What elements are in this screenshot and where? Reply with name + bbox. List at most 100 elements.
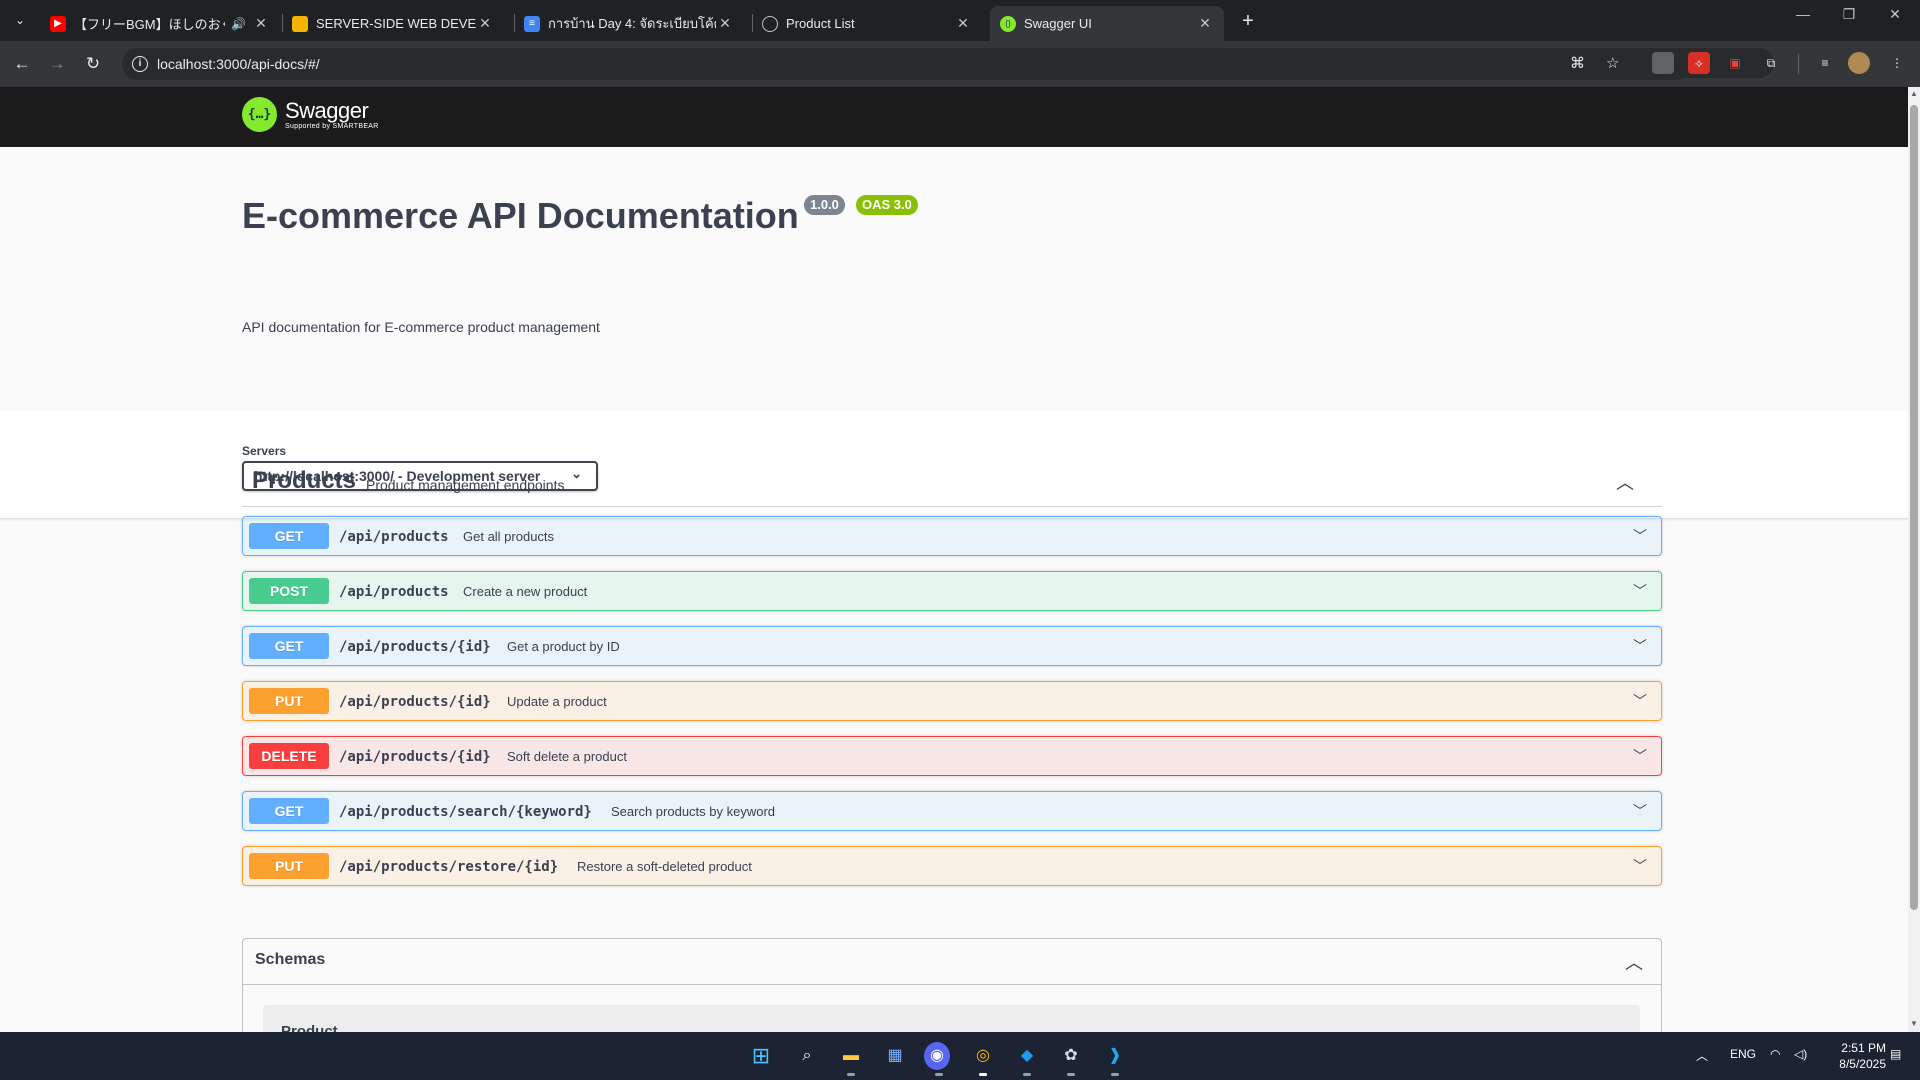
wifi-icon[interactable]: ◠ — [1770, 1047, 1780, 1061]
close-icon[interactable]: ✕ — [954, 15, 972, 32]
operation-summary: Restore a soft-deleted product — [577, 859, 752, 874]
volume-icon[interactable]: ◁) — [1794, 1047, 1807, 1061]
tab-docs[interactable]: ≡ การบ้าน Day 4: จัดระเบียบโค้ดแล ✕ — [514, 6, 744, 41]
operation-post-products[interactable]: POST /api/products Create a new product … — [242, 571, 1662, 611]
operation-path: /api/products/{id} — [339, 639, 491, 655]
pdf-extension-icon[interactable]: ⟡ — [1688, 52, 1710, 74]
chevron-up-icon[interactable]: ︿ — [1625, 949, 1643, 975]
page-title: E-commerce API Documentation — [242, 195, 799, 236]
chevron-down-icon[interactable]: ﹀ — [1633, 856, 1647, 876]
search-icon[interactable]: ⌕ — [792, 1042, 822, 1070]
method-badge: DELETE — [249, 743, 329, 769]
api-info: E-commerce API Documentation 1.0.0 OAS 3… — [0, 147, 1908, 411]
operation-summary: Soft delete a product — [507, 749, 627, 764]
app-icon[interactable]: ✿ — [1056, 1042, 1086, 1076]
puzzle-icon[interactable]: ⧉ — [1760, 52, 1782, 74]
operation-path: /api/products — [339, 529, 449, 545]
reload-icon[interactable]: ↻ — [81, 52, 105, 76]
discord-icon[interactable]: ◉ — [924, 1042, 950, 1076]
scroll-up-icon[interactable]: ▲ — [1910, 89, 1918, 98]
site-info-icon[interactable]: i — [132, 56, 148, 72]
tab-product-list[interactable]: Product List ✕ — [752, 6, 982, 41]
operation-summary: Create a new product — [463, 584, 588, 599]
tab-swagger-ui[interactable]: {} Swagger UI ✕ — [990, 6, 1224, 41]
close-icon[interactable]: ✕ — [1196, 15, 1214, 32]
chevron-up-icon[interactable]: ︿ — [1696, 1047, 1708, 1064]
back-icon[interactable]: ← — [10, 52, 34, 76]
close-window-icon[interactable]: ✕ — [1872, 6, 1918, 23]
docker-icon[interactable]: ◆ — [1012, 1042, 1042, 1076]
chevron-down-icon[interactable]: ﹀ — [1633, 801, 1647, 821]
operation-delete-product[interactable]: DELETE /api/products/{id} Soft delete a … — [242, 736, 1662, 776]
file-explorer-icon[interactable]: ▬ — [836, 1042, 866, 1076]
operation-restore-product[interactable]: PUT /api/products/restore/{id} Restore a… — [242, 846, 1662, 886]
translate-icon[interactable]: ⌘ — [1570, 54, 1585, 72]
operation-put-product[interactable]: PUT /api/products/{id} Update a product … — [242, 681, 1662, 721]
chrome-icon[interactable]: ◎ — [968, 1042, 998, 1076]
method-badge: PUT — [249, 688, 329, 714]
new-tab-button[interactable]: + — [1234, 8, 1262, 36]
model-product[interactable]: Product — [263, 1005, 1640, 1032]
notification-icon[interactable]: ▤ — [1890, 1047, 1901, 1061]
operation-path: /api/products — [339, 584, 449, 600]
store-icon[interactable]: ▦ — [880, 1042, 910, 1070]
swagger-logo[interactable]: {…} Swagger Supported by SMARTBEAR — [242, 97, 379, 132]
scrollbar-thumb[interactable] — [1910, 105, 1918, 910]
tab-strip: ⌄ ▶ 【フリーBGM】ほしのおくりもの 🔊 ✕ SERVER-SIDE WEB… — [0, 0, 1920, 41]
schemas-header[interactable]: Schemas ︿ — [243, 939, 1661, 985]
method-badge: POST — [249, 578, 329, 604]
schemas-title: Schemas — [255, 951, 326, 968]
method-badge: GET — [249, 798, 329, 824]
docs-icon: ≡ — [524, 15, 540, 32]
schemas-section: Schemas ︿ Product — [242, 938, 1662, 1032]
swagger-topbar: {…} Swagger Supported by SMARTBEAR — [0, 87, 1908, 147]
address-bar[interactable]: i localhost:3000/api-docs/#/ ⌘ ☆ — [122, 48, 1692, 80]
chevron-down-icon[interactable]: ﹀ — [1633, 526, 1647, 546]
url-text[interactable]: localhost:3000/api-docs/#/ — [157, 56, 320, 72]
method-badge: PUT — [249, 853, 329, 879]
tab-slides[interactable]: SERVER-SIDE WEB DEVELOPME ✕ — [282, 6, 504, 41]
operation-search-products[interactable]: GET /api/products/search/{keyword} Searc… — [242, 791, 1662, 831]
tab-title: 【フリーBGM】ほしのおくりもの — [74, 17, 225, 32]
speaker-icon[interactable]: 🔊 — [231, 17, 246, 31]
globe-icon — [762, 15, 778, 32]
close-icon[interactable]: ✕ — [476, 15, 494, 32]
profile-avatar[interactable] — [1848, 52, 1870, 74]
extension-icon[interactable]: ▣ — [1724, 52, 1746, 74]
close-icon[interactable]: ✕ — [252, 15, 270, 32]
operation-get-product-by-id[interactable]: GET /api/products/{id} Get a product by … — [242, 626, 1662, 666]
close-icon[interactable]: ✕ — [716, 15, 734, 32]
tab-title: Swagger UI — [1024, 16, 1092, 31]
language-indicator[interactable]: ENG — [1730, 1047, 1756, 1061]
forward-icon[interactable]: → — [45, 52, 69, 76]
tag-products-header[interactable]: Products Product management endpoints ︿ — [242, 457, 1662, 507]
bookmark-star-icon[interactable]: ☆ — [1606, 54, 1619, 72]
clock[interactable]: 2:51 PM 8/5/2025 — [1826, 1040, 1886, 1072]
servers-label: Servers — [242, 444, 287, 458]
scroll-down-icon[interactable]: ▼ — [1910, 1019, 1918, 1028]
chevron-down-icon[interactable]: ﹀ — [1633, 636, 1647, 656]
menu-icon[interactable]: ⋮ — [1886, 52, 1908, 74]
chevron-down-icon[interactable]: ﹀ — [1633, 746, 1647, 766]
chevron-up-icon[interactable]: ︿ — [1616, 469, 1634, 495]
vscode-icon[interactable]: ❱ — [1100, 1042, 1130, 1076]
page-viewport: {…} Swagger Supported by SMARTBEAR E-com… — [0, 87, 1908, 1032]
chevron-down-icon[interactable]: ﹀ — [1633, 691, 1647, 711]
page-scrollbar[interactable]: ▲ ▼ — [1908, 87, 1920, 1032]
operation-summary: Get all products — [463, 529, 555, 544]
tab-title: SERVER-SIDE WEB DEVELOPME — [316, 16, 476, 31]
restore-icon[interactable]: ❐ — [1826, 6, 1872, 23]
oas-badge: OAS 3.0 — [856, 195, 918, 215]
swagger-logo-icon: {…} — [242, 97, 277, 132]
tab-youtube[interactable]: ▶ 【フリーBGM】ほしのおくりもの 🔊 ✕ — [40, 6, 280, 41]
clock-date: 8/5/2025 — [1839, 1057, 1886, 1071]
minimize-icon[interactable]: — — [1780, 6, 1826, 22]
extension-icon[interactable] — [1652, 52, 1674, 74]
windows-start-icon[interactable]: ⊞ — [746, 1042, 776, 1070]
media-control-icon[interactable]: ≡ — [1814, 52, 1836, 74]
tab-title: Product List — [786, 16, 855, 31]
chevron-down-icon[interactable]: ﹀ — [1633, 581, 1647, 601]
operation-get-products[interactable]: GET /api/products Get all products ﹀ — [242, 516, 1662, 556]
youtube-icon: ▶ — [50, 15, 66, 32]
tab-search-button[interactable]: ⌄ — [8, 8, 32, 32]
